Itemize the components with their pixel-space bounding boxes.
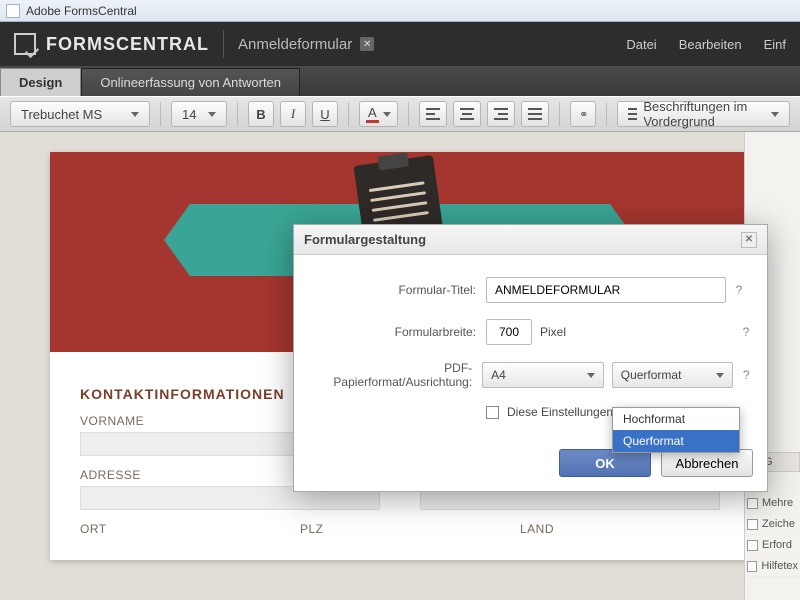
input-form-title[interactable] <box>486 277 726 303</box>
label-form-width: Formularbreite: <box>308 325 486 339</box>
label-form-title: Formular-Titel: <box>308 283 486 297</box>
help-button[interactable]: ? <box>732 283 746 297</box>
paper-size-value: A4 <box>491 368 506 382</box>
orientation-dropdown: Hochformat Querformat <box>612 407 740 453</box>
label-paper-format: PDF-Papierformat/Ausrichtung: <box>308 361 482 389</box>
dialog-title: Formulargestaltung <box>304 232 426 247</box>
select-paper-size[interactable]: A4 <box>482 362 604 388</box>
help-button[interactable]: ? <box>739 368 753 382</box>
dialog-close-button[interactable]: ✕ <box>741 232 757 248</box>
chevron-down-icon <box>587 373 595 378</box>
input-form-width[interactable] <box>486 319 532 345</box>
option-portrait[interactable]: Hochformat <box>613 408 739 430</box>
dialog-backdrop: Formulargestaltung ✕ Formular-Titel: ? F… <box>0 0 800 600</box>
dialog-titlebar: Formulargestaltung ✕ <box>294 225 767 255</box>
checkbox-save-defaults[interactable] <box>486 406 499 419</box>
help-button[interactable]: ? <box>739 325 753 339</box>
ok-button[interactable]: OK <box>559 449 651 477</box>
orientation-value: Querformat <box>621 368 682 382</box>
cancel-button[interactable]: Abbrechen <box>661 449 753 477</box>
select-orientation[interactable]: Querformat <box>612 362 734 388</box>
option-landscape[interactable]: Querformat <box>613 430 739 452</box>
width-unit: Pixel <box>540 325 566 339</box>
chevron-down-icon <box>716 373 724 378</box>
